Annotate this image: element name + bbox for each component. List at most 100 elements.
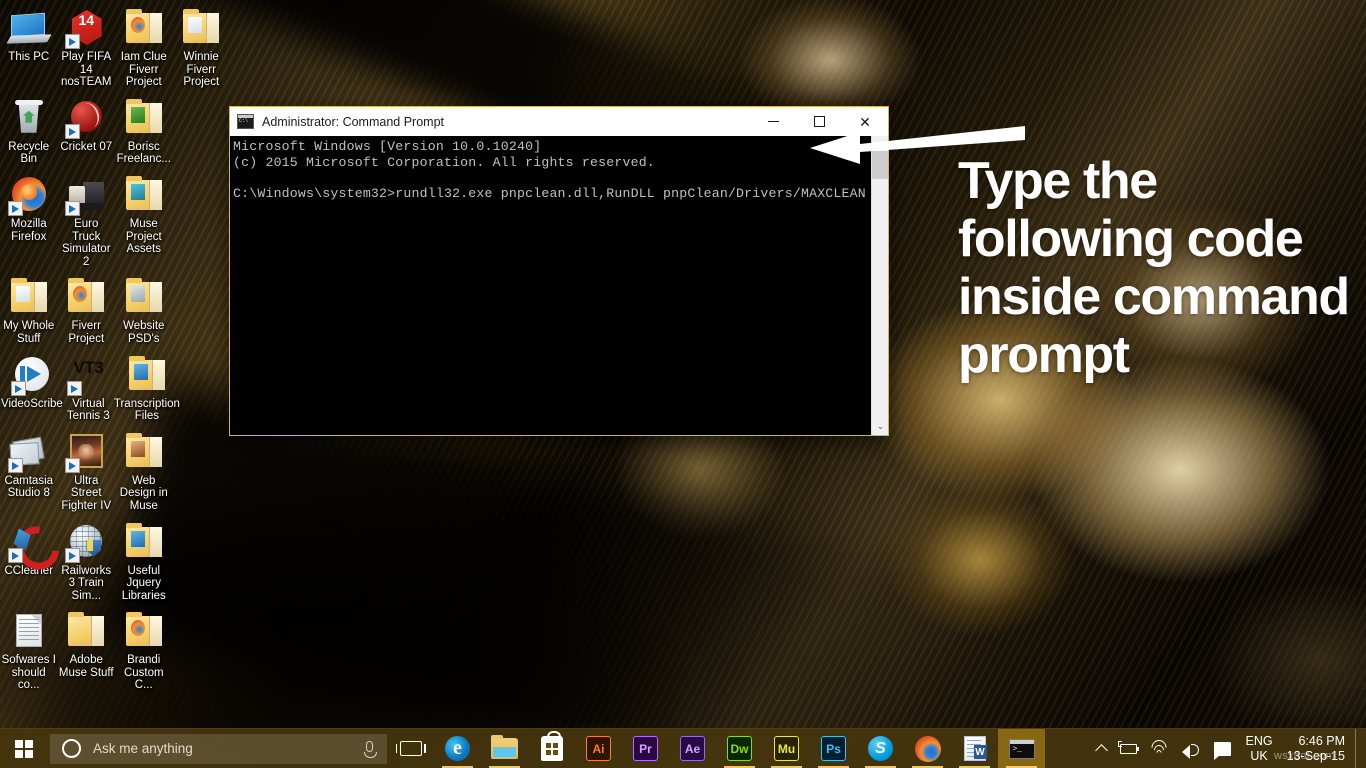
- desktop-icon-railworks-3[interactable]: Railworks 3 Train Sim...: [58, 518, 116, 608]
- desktop-icon-videoscribe[interactable]: VideoScribe: [0, 351, 64, 428]
- firefox-glyph-icon: [130, 620, 145, 637]
- command-prompt-window[interactable]: Administrator: Command Prompt ✕ Microsof…: [229, 106, 889, 436]
- desktop-icon-label: Iam Clue Fiverr Project: [120, 51, 167, 89]
- taskbar-button-file-explorer[interactable]: [481, 729, 528, 768]
- desktop-icon-virtual-tennis-3[interactable]: VT3 Virtual Tennis 3: [64, 351, 113, 428]
- taskbar-button-adobe-photoshop[interactable]: Ps: [810, 729, 857, 768]
- folder-content-glyph-icon: [133, 363, 148, 380]
- folder-content-glyph-icon: [130, 286, 145, 303]
- taskbar-button-command-prompt[interactable]: [998, 728, 1045, 768]
- desktop-icon-borisc-freelance[interactable]: Borisc Freelanc...: [115, 94, 173, 171]
- task-view-icon: [395, 741, 426, 756]
- desktop-icon-muse-project-assets[interactable]: Muse Project Assets: [115, 171, 173, 273]
- desktop-icon-grid: This PC 14 Play FIFA 14 nosTEAM Iam Clue…: [0, 4, 230, 697]
- show-hidden-icons-button[interactable]: [1090, 729, 1113, 768]
- shortcut-arrow-icon: [7, 200, 23, 216]
- battery-button[interactable]: [1113, 729, 1144, 768]
- console-scrollbar[interactable]: ⌄: [871, 136, 888, 435]
- taskbar-button-adobe-premiere-pro[interactable]: Pr: [622, 729, 669, 768]
- firefox-glyph-icon: [130, 17, 145, 33]
- desktop-icon-play-fifa-14[interactable]: 14 Play FIFA 14 nosTEAM: [58, 4, 116, 94]
- icon-slot-empty: [173, 94, 231, 171]
- desktop-icon-euro-truck-simulator-2[interactable]: Euro Truck Simulator 2: [58, 171, 116, 273]
- search-placeholder: Ask me anything: [93, 741, 193, 756]
- microphone-icon[interactable]: [364, 740, 377, 758]
- desktop-icon-label: Euro Truck Simulator 2: [61, 217, 111, 268]
- console-output-area[interactable]: Microsoft Windows [Version 10.0.10240] (…: [230, 136, 888, 435]
- close-button[interactable]: ✕: [842, 107, 888, 136]
- icon-row: My Whole Stuff Fiverr Project Website PS…: [0, 273, 230, 350]
- taskbar-button-adobe-muse[interactable]: Mu: [763, 729, 810, 768]
- language-indicator[interactable]: ENG UK: [1238, 729, 1281, 768]
- annotation-text: Type the following code inside command p…: [958, 152, 1350, 384]
- clock-date: 13-Sep-15: [1286, 748, 1345, 763]
- scroll-down-icon[interactable]: ⌄: [872, 418, 888, 435]
- desktop-icon-iam-clue-fiverr-project[interactable]: Iam Clue Fiverr Project: [115, 4, 173, 94]
- volume-button[interactable]: [1175, 729, 1207, 768]
- desktop-icon-website-psds[interactable]: Website PSD's: [115, 273, 173, 350]
- desktop-icon-recycle-bin[interactable]: Recycle Bin: [0, 94, 58, 171]
- desktop-icon-winnie-fiverr-project[interactable]: Winnie Fiverr Project: [173, 4, 231, 94]
- desktop-icon-label: Play FIFA 14 nosTEAM: [61, 51, 112, 89]
- shortcut-arrow-icon: [65, 457, 81, 473]
- close-icon: ✕: [859, 113, 871, 130]
- taskbar-button-skype[interactable]: S: [857, 729, 904, 768]
- start-button[interactable]: [0, 729, 48, 768]
- desktop-icon-web-design-in-muse[interactable]: Web Design in Muse: [115, 428, 173, 518]
- this-pc-icon: [6, 7, 52, 49]
- search-input[interactable]: Ask me anything: [50, 733, 387, 764]
- desktop[interactable]: This PC 14 Play FIFA 14 nosTEAM Iam Clue…: [0, 0, 1366, 768]
- desktop-icon-mozilla-firefox[interactable]: Mozilla Firefox: [0, 171, 58, 273]
- vt3-badge-text: VT3: [73, 357, 104, 377]
- taskbar-button-microsoft-edge[interactable]: e: [434, 729, 481, 768]
- desktop-icon-label: My Whole Stuff: [3, 320, 55, 345]
- firefox-icon: [914, 735, 941, 762]
- language-secondary: UK: [1250, 748, 1268, 763]
- desktop-icon-transcription-files[interactable]: Transcription Files: [113, 351, 181, 428]
- show-desktop-button[interactable]: [1355, 728, 1362, 768]
- command-prompt-icon: [1008, 738, 1035, 759]
- folder-icon: [123, 610, 165, 652]
- maximize-button[interactable]: [796, 107, 842, 136]
- taskbar-button-adobe-illustrator[interactable]: Ai: [575, 729, 622, 768]
- desktop-icon-this-pc[interactable]: This PC: [0, 4, 58, 94]
- desktop-icon-my-whole-stuff[interactable]: My Whole Stuff: [0, 273, 58, 350]
- premiere-pro-icon: Pr: [633, 736, 658, 761]
- network-button[interactable]: [1144, 729, 1175, 768]
- shortcut-arrow-icon: [7, 457, 23, 473]
- clock[interactable]: 6:46 PM 13-Sep-15: [1281, 729, 1355, 768]
- store-icon: [540, 731, 563, 761]
- desktop-icon-label: Website PSD's: [123, 320, 165, 345]
- taskbar-button-adobe-after-effects[interactable]: Ae: [669, 729, 716, 768]
- desktop-icon-ultra-street-fighter-iv[interactable]: Ultra Street Fighter IV: [58, 428, 116, 518]
- desktop-icon-label: Useful Jquery Libraries: [121, 564, 166, 602]
- folder-content-glyph-icon: [130, 530, 145, 547]
- desktop-icon-cricket-07[interactable]: Cricket 07: [58, 94, 116, 171]
- minimize-button[interactable]: [750, 107, 796, 136]
- desktop-icon-brandi-custom-c[interactable]: Brandi Custom C...: [115, 607, 173, 697]
- shortcut-arrow-icon: [67, 380, 83, 396]
- task-view-button[interactable]: [387, 729, 434, 768]
- euro-truck-simulator-icon: [65, 174, 107, 216]
- icon-row: Camtasia Studio 8 Ultra Street Fighter I…: [0, 428, 230, 518]
- desktop-icon-fiverr-project[interactable]: Fiverr Project: [58, 273, 116, 350]
- window-title-bar[interactable]: Administrator: Command Prompt ✕: [230, 107, 888, 136]
- cortana-circle-icon: [62, 739, 81, 758]
- taskbar-button-adobe-dreamweaver[interactable]: Dw: [716, 729, 763, 768]
- taskbar-button-microsoft-word[interactable]: W: [951, 729, 998, 768]
- folder-icon: [65, 610, 107, 652]
- action-center-button[interactable]: [1207, 729, 1238, 768]
- icon-slot-empty: [173, 273, 231, 350]
- taskbar-button-microsoft-store[interactable]: [528, 729, 575, 768]
- desktop-icon-camtasia-studio-8[interactable]: Camtasia Studio 8: [0, 428, 58, 518]
- shortcut-arrow-icon: [7, 547, 23, 563]
- scrollbar-thumb[interactable]: [872, 151, 888, 179]
- shortcut-arrow-icon: [65, 547, 81, 563]
- desktop-icon-label: Virtual Tennis 3: [66, 397, 110, 423]
- muse-icon: Mu: [774, 736, 799, 761]
- desktop-icon-softwares-i-should-copy[interactable]: Sofwares I should co...: [0, 607, 58, 697]
- desktop-icon-adobe-muse-stuff[interactable]: Adobe Muse Stuff: [58, 607, 116, 697]
- desktop-icon-ccleaner[interactable]: CCleaner: [0, 518, 58, 608]
- desktop-icon-useful-jquery-libraries[interactable]: Useful Jquery Libraries: [115, 518, 173, 608]
- taskbar-button-mozilla-firefox[interactable]: [904, 729, 951, 768]
